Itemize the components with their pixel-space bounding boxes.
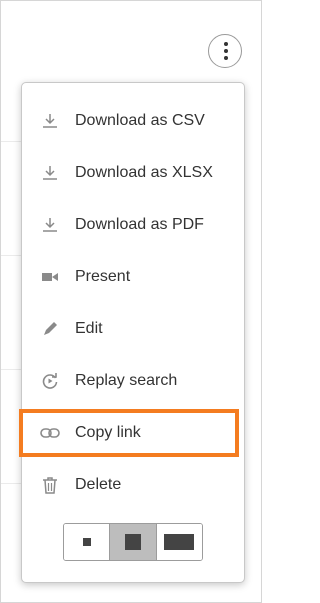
background-divider: [1, 483, 23, 484]
menu-item-label: Download as XLSX: [75, 164, 213, 181]
more-dot-icon: [224, 56, 228, 60]
replay-icon: [40, 371, 60, 391]
small-size-icon: [82, 538, 91, 546]
menu-item-replay-search[interactable]: Replay search: [22, 359, 244, 403]
large-size-icon: [164, 534, 195, 550]
download-icon: [40, 215, 60, 235]
trash-icon: [40, 475, 60, 495]
medium-size-icon: [124, 534, 141, 550]
pencil-icon: [40, 319, 60, 339]
background-divider: [1, 141, 23, 142]
download-icon: [40, 111, 60, 131]
copy-link-highlight: [19, 409, 239, 457]
menu-item-download-pdf[interactable]: Download as PDF: [22, 203, 244, 247]
size-option-large[interactable]: [156, 524, 202, 560]
menu-item-label: Delete: [75, 476, 122, 493]
menu-item-label: Replay search: [75, 372, 178, 389]
menu-item-edit[interactable]: Edit: [22, 307, 244, 351]
menu-item-present[interactable]: Present: [22, 255, 244, 299]
more-dot-icon: [224, 42, 228, 46]
menu-item-label: Edit: [75, 320, 103, 337]
menu-item-label: Present: [75, 268, 131, 285]
size-option-medium[interactable]: [110, 524, 157, 560]
more-options-button[interactable]: [208, 34, 242, 68]
size-option-small[interactable]: [64, 524, 111, 560]
menu-item-delete[interactable]: Delete: [22, 463, 244, 507]
video-camera-icon: [40, 267, 60, 287]
menu-item-download-xlsx[interactable]: Download as XLSX: [22, 151, 244, 195]
background-divider: [1, 369, 23, 370]
download-icon: [40, 163, 60, 183]
menu-item-label: Download as PDF: [75, 216, 204, 233]
menu-item-download-csv[interactable]: Download as CSV: [22, 99, 244, 143]
size-selector: [63, 523, 203, 561]
context-menu: Download as CSV Download as XLSX Downloa…: [19, 82, 245, 583]
more-dot-icon: [224, 49, 228, 53]
menu-item-label: Download as CSV: [75, 112, 205, 129]
background-divider: [1, 255, 23, 256]
